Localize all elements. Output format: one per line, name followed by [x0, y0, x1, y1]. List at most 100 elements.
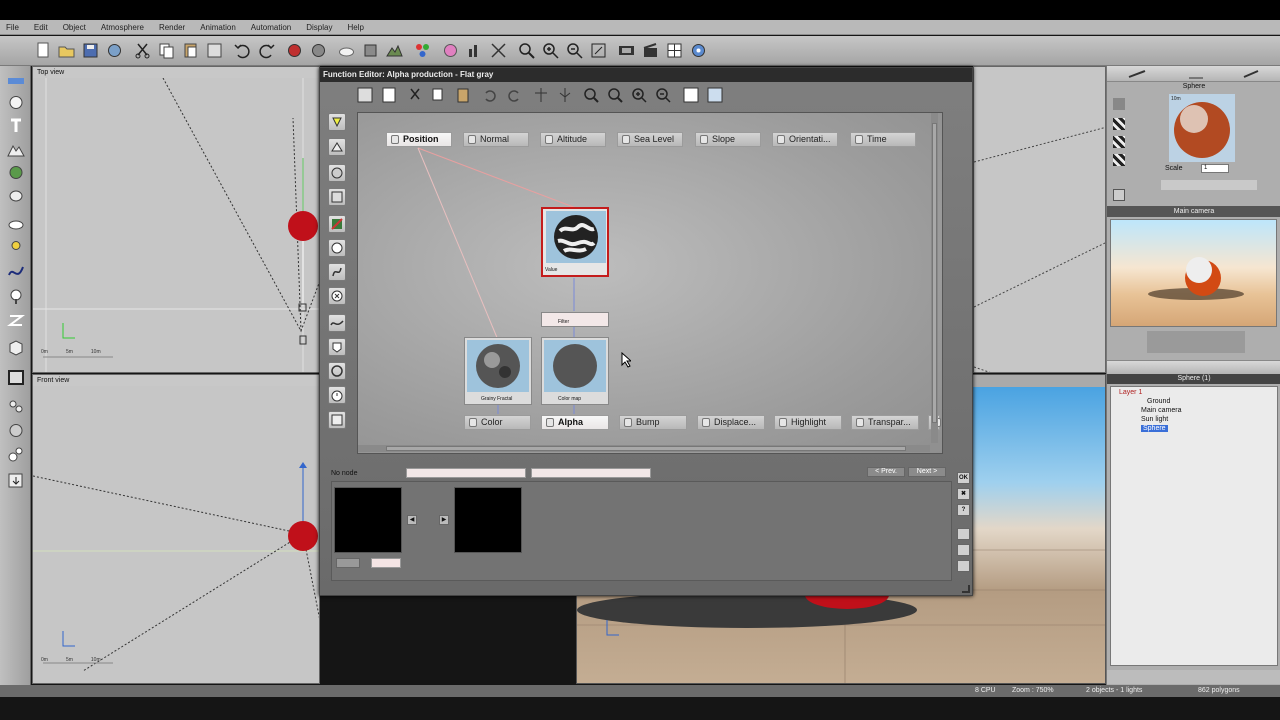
zoom-in-icon[interactable] [540, 40, 561, 61]
side-viewport[interactable] [973, 66, 1106, 373]
bool-tool-icon[interactable] [6, 421, 26, 440]
fe-node-dynamic-icon[interactable] [328, 338, 346, 356]
preview-right-arrow[interactable]: ▶ [439, 515, 449, 525]
output-displacement[interactable]: Displace... [697, 415, 765, 430]
zoom-window-icon[interactable] [516, 40, 537, 61]
fe-node-texture-icon[interactable] [328, 215, 346, 233]
material-tool-2-icon[interactable] [1113, 118, 1125, 130]
menu-object[interactable]: Object [63, 23, 86, 32]
load-function-icon[interactable] [957, 560, 970, 572]
tree-layer1[interactable]: Layer 1 [1119, 389, 1142, 396]
fe-node-time-icon[interactable] [328, 386, 346, 404]
input-altitude[interactable]: Altitude [540, 132, 606, 147]
fe-cut-icon[interactable] [405, 85, 425, 105]
input-time[interactable]: Time [850, 132, 916, 147]
select-tool-icon[interactable] [6, 72, 26, 91]
twist-tool-icon[interactable] [6, 311, 26, 330]
scale-input[interactable]: 1 [1201, 164, 1229, 173]
tab-link-icon[interactable] [1241, 69, 1263, 79]
material-icon[interactable] [440, 40, 461, 61]
import-tool-icon[interactable] [6, 471, 26, 490]
balls-icon[interactable] [412, 40, 433, 61]
menu-atmosphere[interactable]: Atmosphere [101, 23, 144, 32]
layout-icon[interactable] [664, 40, 685, 61]
redo-icon[interactable] [256, 40, 277, 61]
text-tool-icon[interactable] [6, 116, 26, 135]
plant-tool-icon[interactable] [6, 287, 26, 306]
frame-tool-icon[interactable] [6, 368, 26, 387]
fe-zoom-in-icon[interactable] [629, 85, 649, 105]
node-type-field[interactable] [531, 468, 651, 478]
fe-refresh-icon[interactable] [705, 85, 725, 105]
camera-controls[interactable] [1147, 331, 1245, 353]
undo-icon[interactable] [232, 40, 253, 61]
input-slope[interactable]: Slope [695, 132, 761, 147]
menu-display[interactable]: Display [306, 23, 332, 32]
paste-icon[interactable] [180, 40, 201, 61]
fe-undo-icon[interactable] [480, 85, 500, 105]
fit-icon[interactable] [588, 40, 609, 61]
node-filter[interactable]: Filter [541, 312, 609, 327]
menu-help[interactable]: Help [347, 23, 363, 32]
fe-node-color-icon[interactable] [328, 164, 346, 182]
tab-edit-icon[interactable] [1185, 69, 1207, 79]
close-button[interactable]: ✖ [957, 488, 970, 500]
cube-tool-icon[interactable] [6, 338, 26, 357]
save-function-icon[interactable] [957, 544, 970, 556]
light-tool-icon[interactable] [6, 236, 26, 255]
help-button[interactable]: ? [957, 504, 970, 516]
fe-paste-icon[interactable] [453, 85, 473, 105]
rock-tool-icon[interactable] [6, 186, 26, 205]
preview-left-arrow[interactable]: ◀ [407, 515, 417, 525]
preview-value-field[interactable] [371, 558, 401, 568]
output-highlight[interactable]: Highlight [774, 415, 842, 430]
planet-tool-icon[interactable] [6, 163, 26, 182]
fe-redo-icon[interactable] [504, 85, 524, 105]
metaball-tool-icon[interactable] [6, 445, 26, 464]
fe-copy-icon[interactable] [429, 85, 449, 105]
graph-vscroll[interactable] [931, 113, 938, 443]
copy-icon[interactable] [156, 40, 177, 61]
spline-tool-icon[interactable] [6, 261, 26, 280]
next-button[interactable]: Next > [908, 467, 946, 477]
group-tool-icon[interactable] [6, 397, 26, 416]
page-icon[interactable] [957, 528, 970, 540]
graph-icon[interactable] [464, 40, 485, 61]
camera-preview[interactable] [1110, 219, 1277, 327]
cloud-tool-icon[interactable] [6, 214, 26, 233]
clapper-icon[interactable] [640, 40, 661, 61]
input-sea-level[interactable]: Sea Level [617, 132, 683, 147]
fe-zoom-fit-icon[interactable] [605, 85, 625, 105]
graph-vscroll-thumb[interactable] [932, 123, 937, 423]
menu-animation[interactable]: Animation [200, 23, 236, 32]
node-name-field[interactable] [406, 468, 526, 478]
front-viewport[interactable]: Front view 0m 5m 10m [32, 374, 320, 684]
fe-frame-icon[interactable] [681, 85, 701, 105]
material-tool-5-icon[interactable] [1113, 189, 1125, 201]
graph-hscroll-thumb[interactable] [386, 446, 906, 451]
menu-file[interactable]: File [6, 23, 19, 32]
add-node-icon[interactable] [355, 85, 375, 105]
material-tool-1-icon[interactable] [1113, 98, 1125, 110]
zoom-render-icon[interactable] [308, 40, 329, 61]
output-alpha[interactable]: Alpha [541, 415, 609, 430]
fe-node-noise-icon[interactable] [328, 113, 346, 131]
menu-render[interactable]: Render [159, 23, 185, 32]
output-transparency[interactable]: Transpar... [851, 415, 919, 430]
material-tool-3-icon[interactable] [1113, 136, 1125, 148]
output-bump[interactable]: Bump [619, 415, 687, 430]
fe-node-math-icon[interactable] [328, 411, 346, 429]
material-preview[interactable]: 10m [1169, 94, 1235, 162]
zoom-out-icon[interactable] [564, 40, 585, 61]
fe-node-pattern-icon[interactable] [328, 188, 346, 206]
terrain-icon[interactable] [384, 40, 405, 61]
node-value[interactable]: Value [541, 207, 609, 277]
tab-paint-icon[interactable] [1127, 69, 1149, 79]
prev-button[interactable]: < Prev. [867, 467, 905, 477]
new-function-icon[interactable] [379, 85, 399, 105]
fe-node-combiner-icon[interactable] [328, 287, 346, 305]
output-color[interactable]: Color [464, 415, 531, 430]
transform-icon[interactable] [488, 40, 509, 61]
input-position[interactable]: Position [386, 132, 452, 147]
resize-grip[interactable] [962, 585, 970, 593]
